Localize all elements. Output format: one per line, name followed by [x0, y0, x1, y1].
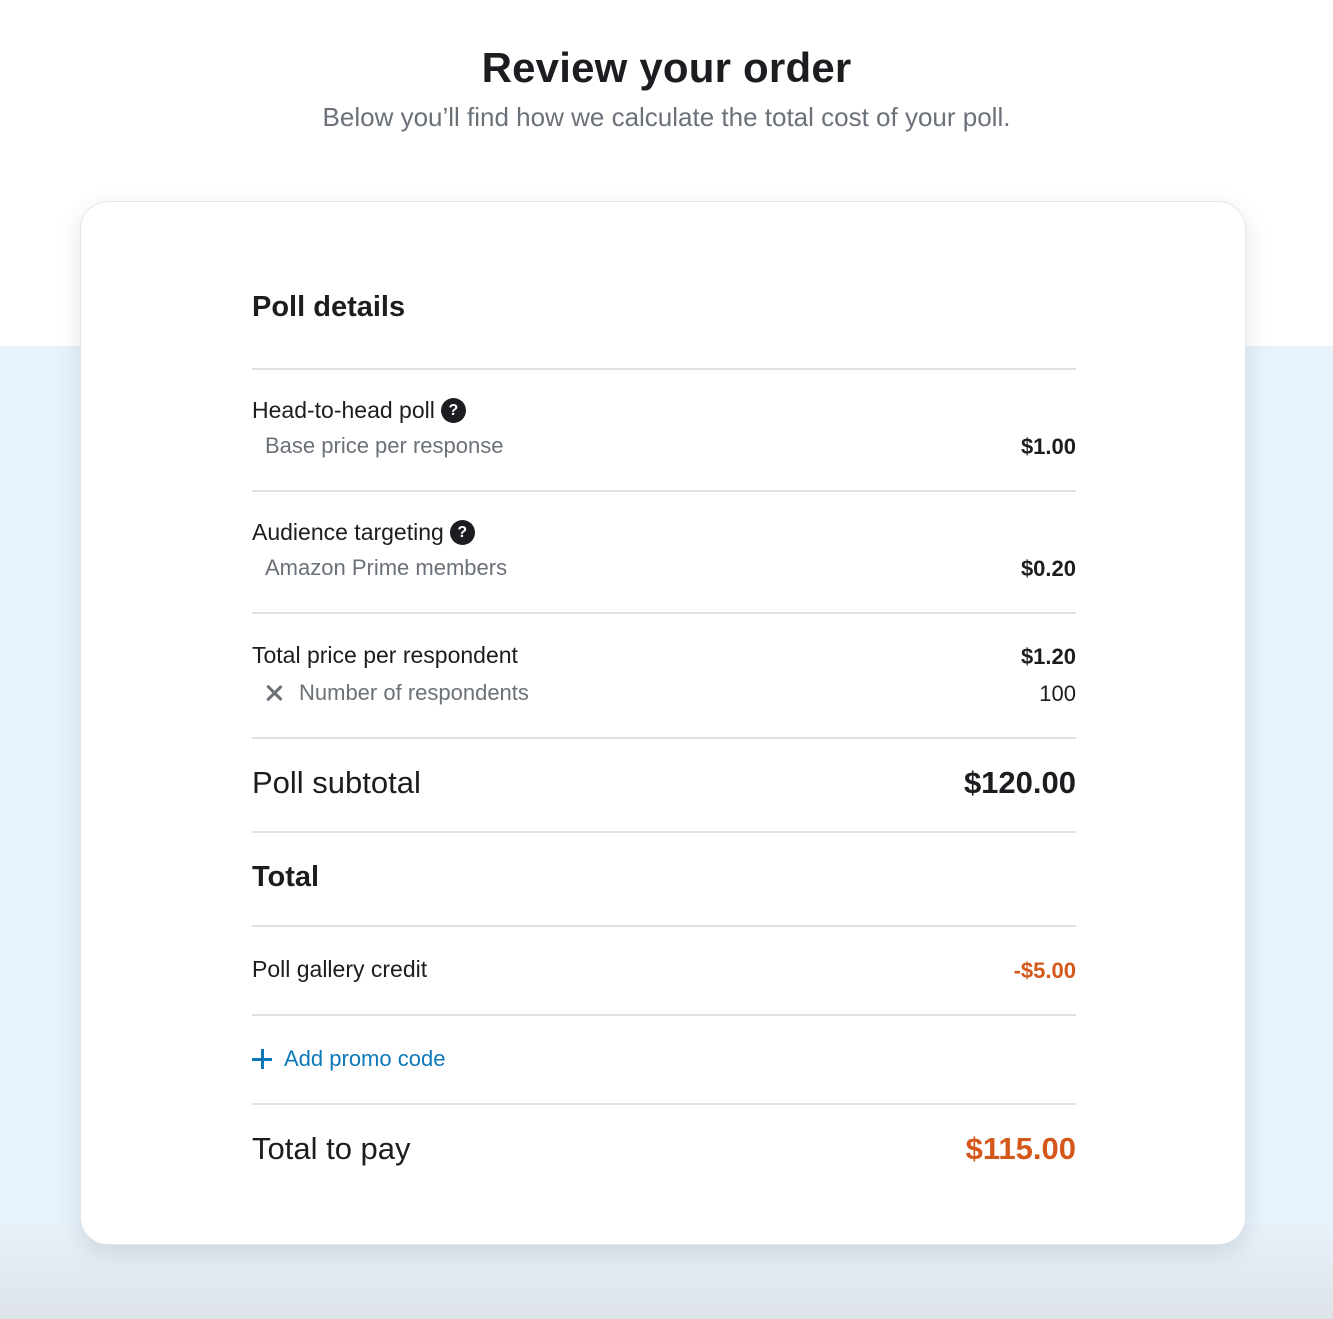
page-header: Review your order Below you’ll find how …: [0, 40, 1333, 135]
page-title: Review your order: [481, 44, 852, 91]
divider: [252, 925, 1076, 927]
respondents-count: 100: [1039, 681, 1076, 706]
divider: [252, 831, 1076, 833]
divider: [252, 1103, 1076, 1105]
add-promo-code-text: Add promo code: [284, 1046, 446, 1071]
divider: [252, 737, 1076, 739]
audience-targeting-text: Audience targeting: [252, 519, 444, 545]
divider: [252, 1014, 1076, 1016]
per-respondent-label: Total price per respondent: [252, 642, 518, 668]
audience-sublabel: Amazon Prime members: [265, 555, 508, 580]
divider: [252, 612, 1076, 614]
page-subtitle: Below you’ll find how we calculate the t…: [322, 102, 1011, 132]
audience-targeting-label: Audience targeting ?: [252, 519, 475, 546]
gallery-credit-label: Poll gallery credit: [252, 956, 428, 982]
help-icon[interactable]: ?: [449, 520, 475, 545]
base-price-value: $1.00: [1020, 434, 1076, 459]
order-summary-content: Poll details Head-to-head poll ? Base pr…: [252, 202, 1076, 1246]
base-price-sublabel: Base price per response: [265, 433, 504, 458]
gallery-credit-value: -$5.00: [1013, 958, 1076, 983]
respondents-sublabel: Number of respondents: [265, 680, 529, 706]
divider: [252, 368, 1076, 370]
poll-subtotal-value: $120.00: [963, 765, 1076, 800]
total-heading: Total: [252, 861, 320, 893]
head-to-head-poll-label: Head-to-head poll ?: [252, 397, 466, 424]
total-to-pay-value: $115.00: [965, 1131, 1076, 1166]
poll-details-heading: Poll details: [252, 291, 406, 323]
head-to-head-poll-text: Head-to-head poll: [252, 397, 435, 423]
audience-value: $0.20: [1020, 556, 1076, 581]
order-summary-card: Poll details Head-to-head poll ? Base pr…: [80, 201, 1246, 1245]
respondents-sublabel-text: Number of respondents: [299, 680, 529, 705]
times-icon: [265, 684, 283, 702]
per-respondent-value: $1.20: [1020, 644, 1076, 669]
add-promo-code-link[interactable]: Add promo code: [252, 1046, 445, 1072]
divider: [252, 490, 1076, 492]
plus-icon: [252, 1049, 272, 1069]
total-to-pay-label: Total to pay: [252, 1131, 411, 1166]
poll-subtotal-label: Poll subtotal: [252, 765, 421, 800]
help-icon[interactable]: ?: [440, 398, 466, 423]
